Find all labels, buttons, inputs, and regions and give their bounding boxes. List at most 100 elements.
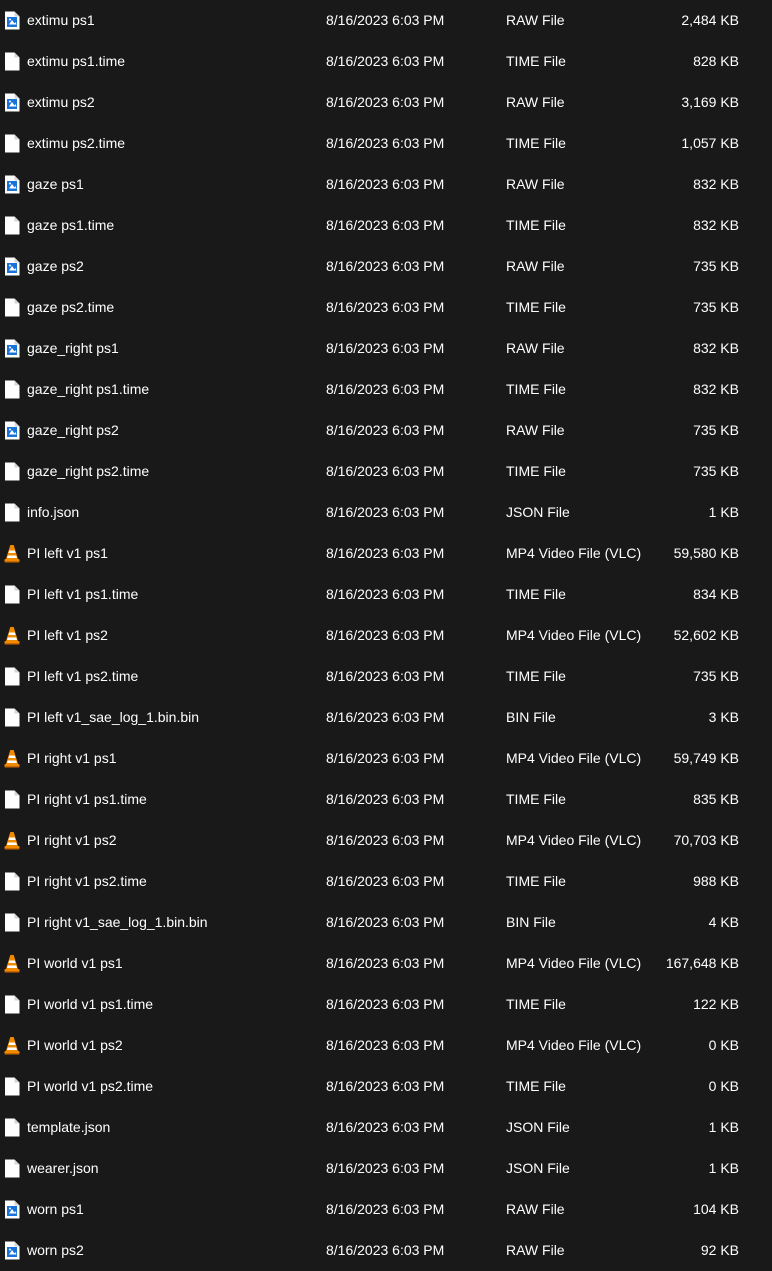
vlc-cone-icon bbox=[4, 831, 20, 850]
file-size: 1 KB bbox=[708, 1160, 739, 1176]
file-size: 735 KB bbox=[693, 463, 739, 479]
file-row[interactable]: PI right v1 ps1.time 8/16/2023 6:03 PM TIM… bbox=[0, 779, 772, 820]
file-date-modified: 8/16/2023 6:03 PM bbox=[326, 504, 445, 520]
file-name: PI right v1 ps1 bbox=[27, 750, 117, 766]
file-row[interactable]: gaze_right ps1 8/16/2023 6:03 PM RAW File 8… bbox=[0, 328, 772, 369]
file-type: JSON File bbox=[506, 1119, 570, 1135]
file-row[interactable]: PI left v1 ps2 8/16/2023 6:03 PM MP4 Video… bbox=[0, 615, 772, 656]
raw-file-icon bbox=[4, 339, 20, 358]
file-row[interactable]: PI right v1 ps2.time 8/16/2023 6:03 PM TIM… bbox=[0, 861, 772, 902]
file-row[interactable]: template.json 8/16/2023 6:03 PM JSON File 1… bbox=[0, 1107, 772, 1148]
file-type: TIME File bbox=[506, 299, 566, 315]
file-type: TIME File bbox=[506, 1078, 566, 1094]
file-type: RAW File bbox=[506, 1242, 565, 1258]
file-name: gaze ps1.time bbox=[27, 217, 115, 233]
file-row[interactable]: PI left v1 ps2.time 8/16/2023 6:03 PM TIME… bbox=[0, 656, 772, 697]
file-row[interactable]: PI right v1_sae_log_1.bin.bin 8/16/2023 6… bbox=[0, 902, 772, 943]
file-date-modified: 8/16/2023 6:03 PM bbox=[326, 1242, 445, 1258]
file-list: extimu ps1 8/16/2023 6:03 PM RAW File 2,484… bbox=[0, 0, 772, 1270]
file-type: BIN File bbox=[506, 709, 556, 725]
file-name: PI right v1 ps1.time bbox=[27, 791, 147, 807]
file-row[interactable]: gaze_right ps2 8/16/2023 6:03 PM RAW File 7… bbox=[0, 410, 772, 451]
file-row[interactable]: worn ps2 8/16/2023 6:03 PM RAW File 92 KB bbox=[0, 1230, 772, 1271]
file-row[interactable]: worn ps1 8/16/2023 6:03 PM RAW File 104 KB bbox=[0, 1189, 772, 1230]
file-name: gaze_right ps1.time bbox=[27, 381, 150, 397]
file-row[interactable]: PI left v1_sae_log_1.bin.bin 8/16/2023 6:… bbox=[0, 697, 772, 738]
file-row[interactable]: PI world v1 ps1.time 8/16/2023 6:03 PM TIM… bbox=[0, 984, 772, 1025]
file-size: 1 KB bbox=[708, 1119, 739, 1135]
file-row[interactable]: extimu ps1 8/16/2023 6:03 PM RAW File 2,484… bbox=[0, 0, 772, 41]
file-row[interactable]: PI left v1 ps1.time 8/16/2023 6:03 PM TIME… bbox=[0, 574, 772, 615]
file-row[interactable]: gaze ps2.time 8/16/2023 6:03 PM TIME File 7… bbox=[0, 287, 772, 328]
file-size: 4 KB bbox=[708, 914, 739, 930]
file-name: extimu ps2 bbox=[27, 94, 95, 110]
file-date-modified: 8/16/2023 6:03 PM bbox=[326, 1078, 445, 1094]
file-size: 122 KB bbox=[693, 996, 739, 1012]
file-size: 2,484 KB bbox=[681, 12, 739, 28]
blank-file-icon bbox=[4, 790, 20, 809]
file-type: MP4 Video File (VLC) bbox=[506, 955, 642, 971]
file-row[interactable]: info.json 8/16/2023 6:03 PM JSON File 1 KB bbox=[0, 492, 772, 533]
file-size: 832 KB bbox=[693, 381, 739, 397]
file-name: template.json bbox=[27, 1119, 111, 1135]
blank-file-icon bbox=[4, 380, 20, 399]
raw-file-icon bbox=[4, 421, 20, 440]
file-type: MP4 Video File (VLC) bbox=[506, 750, 642, 766]
file-name: gaze ps1 bbox=[27, 176, 84, 192]
file-type: RAW File bbox=[506, 12, 565, 28]
file-name: PI left v1 ps2.time bbox=[27, 668, 139, 684]
file-name: PI left v1 ps1.time bbox=[27, 586, 139, 602]
file-date-modified: 8/16/2023 6:03 PM bbox=[326, 586, 445, 602]
file-row[interactable]: gaze ps1 8/16/2023 6:03 PM RAW File 832 KB bbox=[0, 164, 772, 205]
file-type: JSON File bbox=[506, 504, 570, 520]
blank-file-icon bbox=[4, 1077, 20, 1096]
blank-file-icon bbox=[4, 667, 20, 686]
file-row[interactable]: extimu ps2 8/16/2023 6:03 PM RAW File 3,169… bbox=[0, 82, 772, 123]
file-name: gaze_right ps2.time bbox=[27, 463, 150, 479]
file-name: gaze ps2 bbox=[27, 258, 84, 274]
blank-file-icon bbox=[4, 1159, 20, 1178]
file-type: TIME File bbox=[506, 996, 566, 1012]
file-date-modified: 8/16/2023 6:03 PM bbox=[326, 791, 445, 807]
file-row[interactable]: PI world v1 ps2.time 8/16/2023 6:03 PM TIM… bbox=[0, 1066, 772, 1107]
file-date-modified: 8/16/2023 6:03 PM bbox=[326, 832, 445, 848]
file-type: TIME File bbox=[506, 381, 566, 397]
file-row[interactable]: PI right v1 ps2 8/16/2023 6:03 PM MP4 Vide… bbox=[0, 820, 772, 861]
file-type: BIN File bbox=[506, 914, 556, 930]
file-type: RAW File bbox=[506, 176, 565, 192]
file-type: RAW File bbox=[506, 340, 565, 356]
file-row[interactable]: extimu ps1.time 8/16/2023 6:03 PM TIME Fil… bbox=[0, 41, 772, 82]
file-date-modified: 8/16/2023 6:03 PM bbox=[326, 463, 445, 479]
file-date-modified: 8/16/2023 6:03 PM bbox=[326, 750, 445, 766]
file-name: PI left v1_sae_log_1.bin.bin bbox=[27, 709, 200, 725]
blank-file-icon bbox=[4, 503, 20, 522]
file-size: 735 KB bbox=[693, 422, 739, 438]
file-type: TIME File bbox=[506, 668, 566, 684]
file-size: 59,580 KB bbox=[673, 545, 739, 561]
file-row[interactable]: PI world v1 ps1 8/16/2023 6:03 PM MP4 Vide… bbox=[0, 943, 772, 984]
blank-file-icon bbox=[4, 1118, 20, 1137]
file-row[interactable]: gaze ps2 8/16/2023 6:03 PM RAW File 735 KB bbox=[0, 246, 772, 287]
file-row[interactable]: gaze ps1.time 8/16/2023 6:03 PM TIME File 8… bbox=[0, 205, 772, 246]
file-row[interactable]: PI world v1 ps2 8/16/2023 6:03 PM MP4 Vide… bbox=[0, 1025, 772, 1066]
file-name: worn ps2 bbox=[27, 1242, 84, 1258]
file-row[interactable]: gaze_right ps2.time 8/16/2023 6:03 PM TIME… bbox=[0, 451, 772, 492]
file-size: 828 KB bbox=[693, 53, 739, 69]
file-size: 59,749 KB bbox=[673, 750, 739, 766]
file-row[interactable]: PI right v1 ps1 8/16/2023 6:03 PM MP4 Vide… bbox=[0, 738, 772, 779]
file-row[interactable]: gaze_right ps1.time 8/16/2023 6:03 PM TIME… bbox=[0, 369, 772, 410]
file-row[interactable]: PI left v1 ps1 8/16/2023 6:03 PM MP4 Video… bbox=[0, 533, 772, 574]
file-name: gaze_right ps1 bbox=[27, 340, 119, 356]
file-row[interactable]: extimu ps2.time 8/16/2023 6:03 PM TIME Fil… bbox=[0, 123, 772, 164]
blank-file-icon bbox=[4, 216, 20, 235]
file-name: extimu ps2.time bbox=[27, 135, 126, 151]
file-date-modified: 8/16/2023 6:03 PM bbox=[326, 709, 445, 725]
file-type: RAW File bbox=[506, 1201, 565, 1217]
file-date-modified: 8/16/2023 6:03 PM bbox=[326, 381, 445, 397]
blank-file-icon bbox=[4, 708, 20, 727]
file-date-modified: 8/16/2023 6:03 PM bbox=[326, 668, 445, 684]
file-date-modified: 8/16/2023 6:03 PM bbox=[326, 545, 445, 561]
file-name: gaze_right ps2 bbox=[27, 422, 119, 438]
raw-file-icon bbox=[4, 175, 20, 194]
file-row[interactable]: wearer.json 8/16/2023 6:03 PM JSON File 1 K… bbox=[0, 1148, 772, 1189]
